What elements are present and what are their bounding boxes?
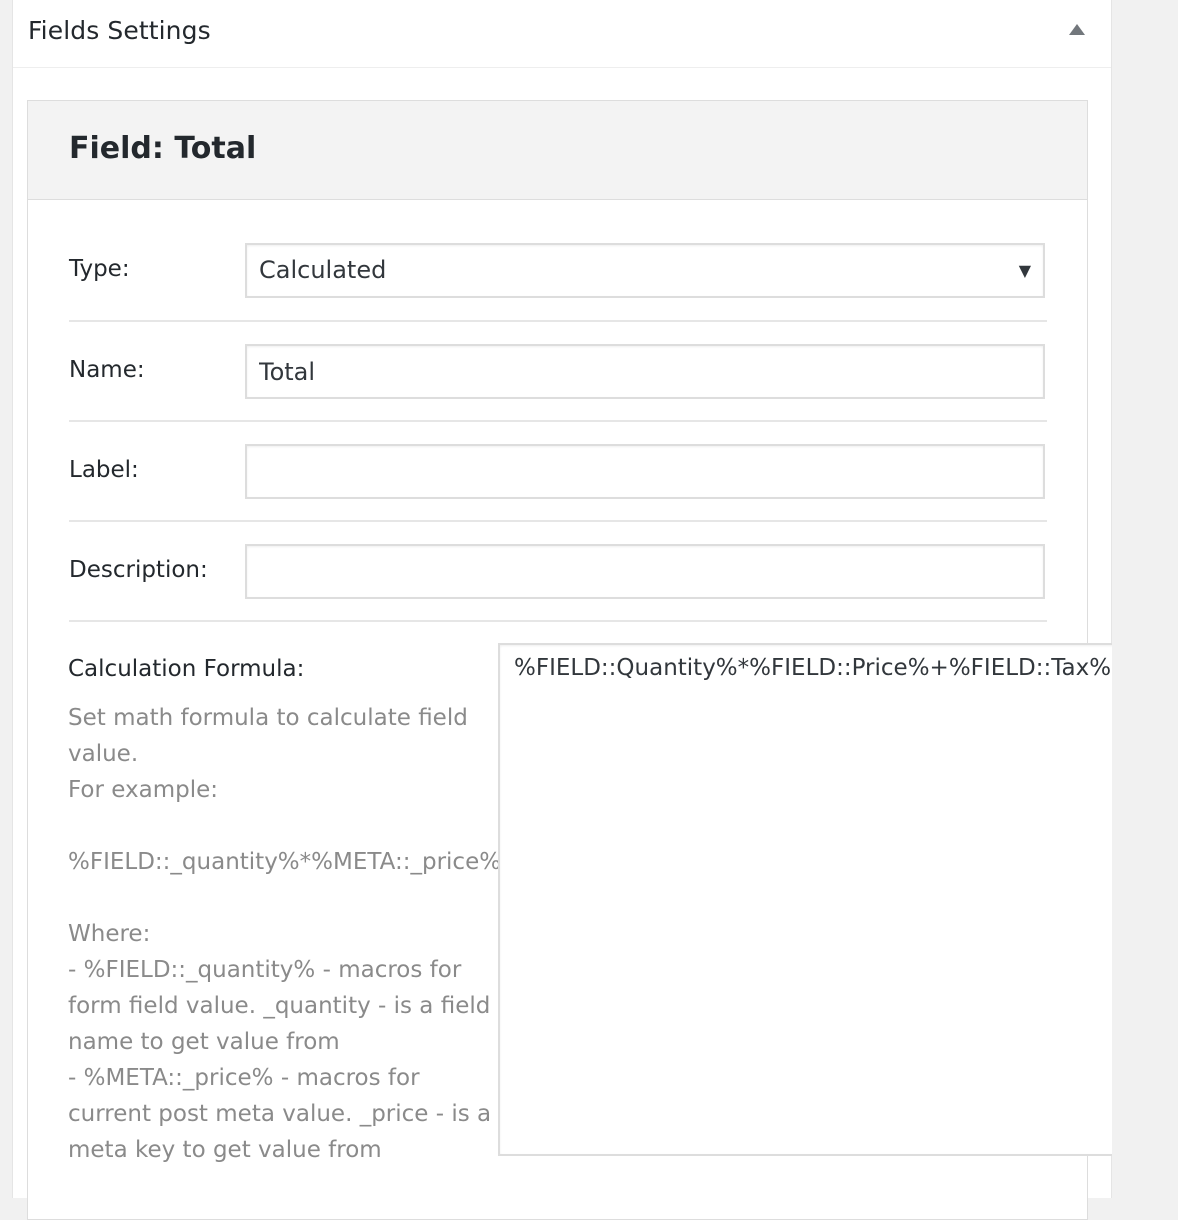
- help-text-where: Where:: [68, 921, 151, 947]
- label-label: Label:: [69, 457, 139, 483]
- row-divider: [69, 420, 1047, 422]
- field-box-header: Field: Total: [28, 101, 1087, 200]
- calculation-formula-textarea[interactable]: %FIELD::Quantity%*%FIELD::Price%+%FIELD:…: [498, 643, 1150, 1156]
- calculation-formula-help: Set math formula to calculate field valu…: [68, 700, 502, 1168]
- dropdown-arrow-icon: ▼: [1018, 261, 1031, 280]
- type-select-value: Calculated: [259, 256, 387, 284]
- metabox-header[interactable]: Fields Settings: [13, 0, 1111, 68]
- row-divider: [69, 320, 1047, 322]
- name-label: Name:: [69, 357, 145, 383]
- help-text-example-label: For example:: [68, 777, 218, 803]
- help-text-meta-macro: - %META::_price% - macros for current po…: [68, 1065, 492, 1163]
- row-divider: [69, 620, 1047, 622]
- label-input[interactable]: [245, 444, 1045, 499]
- type-select[interactable]: Calculated ▼: [245, 243, 1045, 298]
- row-divider: [69, 520, 1047, 522]
- collapse-arrow-up-icon[interactable]: [1069, 24, 1085, 35]
- description-input[interactable]: [245, 544, 1045, 599]
- field-title: Field: Total: [69, 131, 257, 166]
- page-background-gutter: [1112, 0, 1178, 1198]
- name-input[interactable]: [245, 344, 1045, 399]
- help-text-example: %FIELD::_quantity%*%META::_price%: [68, 849, 502, 875]
- calculation-formula-label: Calculation Formula:: [68, 656, 305, 682]
- type-label: Type:: [69, 256, 130, 282]
- help-text-intro: Set math formula to calculate field valu…: [68, 705, 468, 767]
- metabox-title: Fields Settings: [28, 16, 211, 45]
- description-label: Description:: [69, 557, 208, 583]
- help-text-field-macro: - %FIELD::_quantity% - macros for form f…: [68, 957, 491, 1055]
